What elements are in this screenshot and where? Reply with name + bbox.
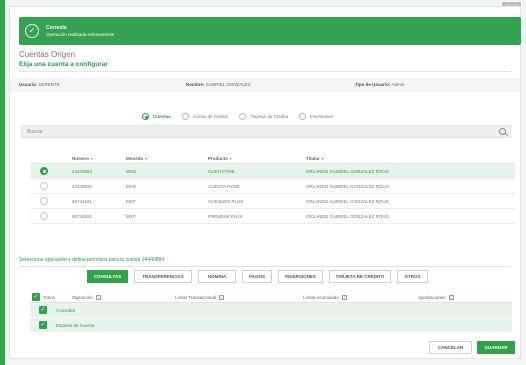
- table-row[interactable]: 56744821 MXP CHEQUES PLUS ORLANDO GABRIE…: [31, 194, 515, 209]
- col-titular[interactable]: Titular ▾: [306, 156, 324, 161]
- col-limite-transaccional: Límite Transaccional?: [175, 295, 225, 300]
- save-button[interactable]: GUARDAR: [477, 341, 515, 354]
- select-all-checkbox[interactable]: ✓: [32, 293, 40, 301]
- table-row[interactable]: 22448821 MXN CUENTA PYME ORLANDO GABRIEL…: [31, 179, 515, 194]
- info-icon: ?: [219, 295, 225, 300]
- toast-title: Correcto: [46, 25, 67, 31]
- page-subtitle: Elija una cuenta a configurar: [19, 61, 108, 68]
- left-accent-bar: [0, 0, 5, 365]
- col-moneda[interactable]: Moneda ▾: [126, 156, 147, 161]
- table-row[interactable]: 24440884 MXN CUEN PYME ORLANDO GABRIEL G…: [31, 164, 515, 179]
- user-type-field: Tipo de Usuario: Admin: [355, 82, 405, 87]
- product-type-radios: Cuentas Líneas de Crédito Tarjetas de Cr…: [142, 113, 344, 120]
- info-icon: ?: [95, 295, 101, 300]
- page-title: Cuentas Origen: [19, 50, 76, 59]
- operation-tabs: CONSULTAS TRANSFERENCIAS NÓMINA PAGOS IN…: [87, 270, 434, 283]
- radio-selected-icon[interactable]: [142, 113, 149, 120]
- permissions-header: ✓ Todos Operación? Límite Transaccional?…: [30, 291, 512, 303]
- permissions-table: ✓ Todos Operación? Límite Transaccional?…: [30, 291, 512, 333]
- search-icon[interactable]: [499, 128, 506, 135]
- col-producto[interactable]: Producto ▾: [208, 156, 232, 161]
- user-info-bar: Usuario: SERENTE Nombre: GABRIEL GONZALE…: [10, 78, 520, 92]
- tab-inversiones[interactable]: INVERSIONES: [278, 270, 323, 283]
- permission-checkbox[interactable]: ✓: [39, 306, 47, 314]
- tab-transferencias[interactable]: TRANSFERENCIAS: [134, 270, 192, 283]
- toast-message: Operación realizada exitosamente: [46, 32, 115, 37]
- permission-row: ✓ Consultar: [30, 303, 512, 318]
- col-numero[interactable]: Número ▾: [72, 156, 93, 161]
- radio-icon[interactable]: [181, 113, 189, 120]
- info-icon: ?: [341, 295, 347, 300]
- radio-tarjetas-credito[interactable]: Tarjetas de Crédito: [239, 113, 288, 120]
- tab-tarjeta-credito[interactable]: TARJETA DE CRÉDITO: [329, 270, 391, 283]
- col-aprobaciones: Aprobaciones?: [418, 295, 454, 300]
- search-input[interactable]: Buscar: [21, 125, 511, 138]
- radio-icon[interactable]: [299, 113, 307, 120]
- success-toast: ✓ Correcto Operación realizada exitosame…: [19, 17, 521, 45]
- cancel-button[interactable]: CANCELAR: [429, 341, 472, 354]
- name-field: Nombre: GABRIEL GONZALEZ: [186, 82, 251, 87]
- radio-icon[interactable]: [239, 113, 247, 120]
- operations-title: Seleccione operación y defina permisos p…: [19, 257, 165, 263]
- col-limite-acumulado: Límite Acumulado?: [303, 295, 347, 300]
- divider: [19, 266, 511, 267]
- tab-pagos[interactable]: PAGOS: [242, 270, 272, 283]
- permission-checkbox[interactable]: ✓: [39, 321, 47, 329]
- tab-nomina[interactable]: NÓMINA: [198, 270, 236, 283]
- radio-cuentas[interactable]: Cuentas: [142, 113, 171, 120]
- col-operacion: Operación?: [72, 295, 101, 300]
- check-circle-icon: ✓: [25, 24, 39, 38]
- tab-otros[interactable]: OTROS: [397, 270, 428, 283]
- tab-consultas[interactable]: CONSULTAS: [87, 270, 128, 283]
- radio-lineas-credito[interactable]: Líneas de Crédito: [181, 113, 228, 120]
- permission-row: ✓ Estados de Cuenta: [30, 318, 512, 333]
- row-radio-selected-icon[interactable]: [40, 167, 48, 175]
- user-field: Usuario: SERENTE: [19, 82, 60, 87]
- divider: [19, 71, 511, 72]
- row-radio-icon[interactable]: [40, 212, 48, 220]
- search-placeholder: Buscar: [27, 129, 43, 135]
- table-header: Número ▾ Moneda ▾ Producto ▾ Titular ▾: [31, 153, 515, 164]
- table-row[interactable]: 55744821 MXP PREMIUM PLUS ORLANDO GABRIE…: [31, 209, 515, 224]
- row-radio-icon[interactable]: [40, 197, 48, 205]
- row-radio-icon[interactable]: [40, 182, 48, 190]
- radio-inversiones[interactable]: Inversiones: [299, 113, 333, 120]
- accounts-table: Número ▾ Moneda ▾ Producto ▾ Titular ▾ 24440…: [31, 153, 515, 224]
- page: v1.0.3 ✓ Correcto Operación realizada ex…: [0, 0, 526, 365]
- info-icon: ?: [448, 295, 454, 300]
- main-panel: ✓ Correcto Operación realizada exitosame…: [9, 6, 521, 359]
